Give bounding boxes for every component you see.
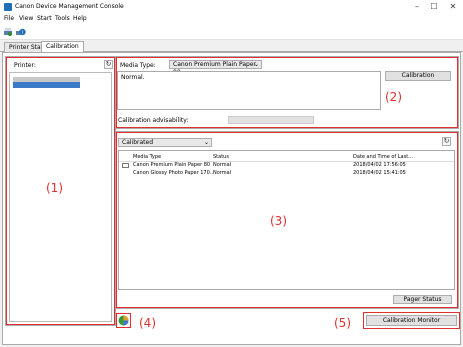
row-date: 2018/04/02 15:41:05 [353,170,406,176]
calibration-status-icon[interactable] [118,315,129,326]
callout-5: (5) [334,316,351,330]
refresh-printer-icon[interactable] [3,27,13,37]
row-media-type: Canon Premium Plain Paper 80 [133,162,211,168]
svg-text:i: i [22,30,23,36]
history-filter-value: Calibrated [122,139,154,146]
app-icon [4,3,12,11]
calibration-button[interactable]: Calibration [385,71,451,81]
history-refresh-icon[interactable]: ↻ [442,137,451,146]
menu-view[interactable]: View [19,15,33,22]
history-filter-select[interactable]: Calibrated ⌄ [118,138,212,147]
calibration-status-box: Normal. [117,71,381,110]
menu-file[interactable]: File [4,15,14,22]
row-status: Normal [213,170,232,176]
column-header-date[interactable]: Date and Time of Last... [353,153,413,161]
calibration-monitor-button[interactable]: Calibration Monitor [366,315,457,326]
callout-4: (4) [139,316,156,330]
callout-2: (2) [385,90,402,104]
row-date: 2018/04/02 17:56:05 [353,162,406,168]
close-icon[interactable]: ✕ [446,2,460,12]
chevron-down-icon: ⌄ [253,61,259,68]
row-media-type: Canon Glossy Photo Paper 170... [133,170,215,176]
maximize-icon[interactable]: ☐ [427,2,441,12]
pager-status-button[interactable]: Pager Status [393,295,452,304]
row-status: Normal [213,162,232,168]
media-type-select[interactable]: Canon Premium Plain Paper 80 ⌄ [169,60,262,76]
printer-list-item-selected[interactable] [13,82,80,88]
callout-1: (1) [46,181,63,195]
menu-tools[interactable]: Tools [55,15,70,22]
printer-label: Printer: [14,62,36,69]
menu-help[interactable]: Help [73,15,87,22]
printer-refresh-icon[interactable]: ↻ [104,60,113,69]
menu-bar: File View Start Tools Help [0,14,463,24]
table-row[interactable]: Canon Glossy Photo Paper 170... Normal 2… [119,169,454,177]
info-icon[interactable]: i [16,27,26,37]
column-header-media-type[interactable]: Media Type [133,153,161,161]
callout-3: (3) [270,214,287,228]
printer-list[interactable] [9,72,112,322]
column-header-status[interactable]: Status [213,153,229,161]
calibration-status-text: Normal. [121,74,145,81]
media-type-label: Media Type: [120,62,156,69]
menu-start[interactable]: Start [37,15,52,22]
window-title: Canon Device Management Console [15,3,124,10]
table-row[interactable]: Canon Premium Plain Paper 80 Normal 2018… [119,161,454,169]
toolbar: i [0,24,463,40]
advisability-value [228,116,314,124]
chevron-down-icon: ⌄ [203,139,209,146]
title-bar: Canon Device Management Console – ☐ ✕ [0,0,463,14]
advisability-label: Calibration advisability: [118,117,189,124]
tab-strip: Printer Status Calibration [0,40,463,54]
minimize-icon[interactable]: – [410,2,424,12]
